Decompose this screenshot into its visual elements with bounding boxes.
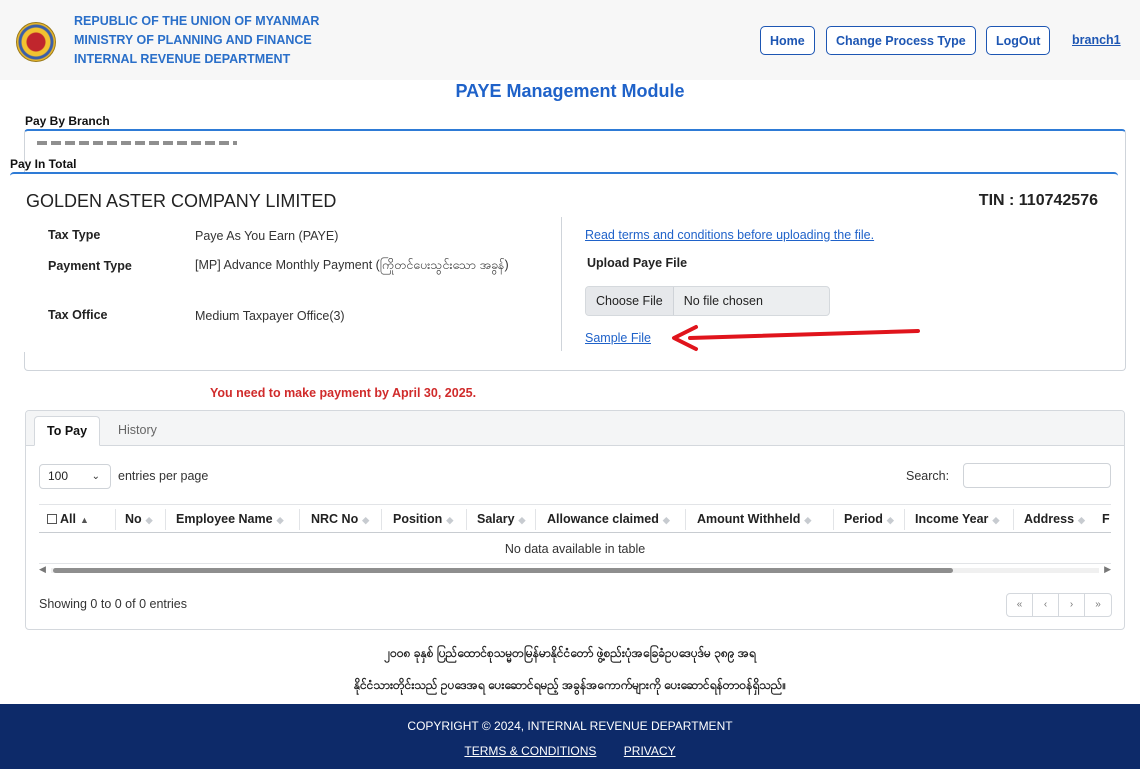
column-header-employee-name[interactable]: Employee Name ◆ xyxy=(176,505,284,534)
tab-to-pay[interactable]: To Pay xyxy=(34,416,101,446)
column-separator xyxy=(833,509,834,530)
next-page-button[interactable]: › xyxy=(1059,594,1085,616)
scroll-left-icon[interactable]: ◀ xyxy=(39,564,46,575)
sample-file-link[interactable]: Sample File xyxy=(585,331,651,345)
home-button[interactable]: Home xyxy=(760,26,815,55)
column-separator xyxy=(165,509,166,530)
org-line-2: MINISTRY OF PLANNING AND FINANCE xyxy=(74,33,312,47)
pay-in-total-label: Pay In Total xyxy=(10,157,77,171)
clipped-text xyxy=(37,141,237,145)
first-page-button[interactable]: « xyxy=(1007,594,1033,616)
column-separator xyxy=(381,509,382,530)
file-status: No file chosen xyxy=(683,294,763,308)
scroll-thumb[interactable] xyxy=(53,568,953,573)
search-label: Search: xyxy=(906,469,950,483)
horizontal-scrollbar[interactable]: ◀ ▶ xyxy=(39,564,1111,575)
org-line-3: INTERNAL REVENUE DEPARTMENT xyxy=(74,52,291,66)
column-header-no[interactable]: No ◆ xyxy=(125,505,153,534)
pay-by-branch-label: Pay By Branch xyxy=(25,114,110,128)
scroll-right-icon[interactable]: ▶ xyxy=(1104,564,1111,575)
column-separator xyxy=(299,509,300,530)
column-separator xyxy=(466,509,467,530)
payment-deadline-notice: You need to make payment by April 30, 20… xyxy=(210,386,477,400)
upload-title: Upload Paye File xyxy=(587,256,688,270)
tin-number: TIN : 110742576 xyxy=(978,192,1098,209)
column-header-address[interactable]: Address ◆ xyxy=(1024,505,1085,534)
entries-value: 100 xyxy=(48,469,69,483)
org-line-1: REPUBLIC OF THE UNION OF MYANMAR xyxy=(74,14,320,28)
chevron-down-icon: ⌄ xyxy=(91,471,100,482)
footer-links: TERMS & CONDITIONS PRIVACY xyxy=(0,744,1140,758)
ministry-logo-icon xyxy=(16,22,56,62)
logout-button[interactable]: LogOut xyxy=(986,26,1051,55)
column-header-salary[interactable]: Salary ◆ xyxy=(477,505,525,534)
user-link[interactable]: branch1 xyxy=(1072,33,1121,47)
sort-icon: ◆ xyxy=(804,515,812,525)
column-header-period[interactable]: Period ◆ xyxy=(844,505,894,534)
payment-type-label: Payment Type xyxy=(48,259,132,273)
tax-type-value: Paye As You Earn (PAYE) xyxy=(195,229,339,243)
sort-icon: ◆ xyxy=(145,515,153,525)
tax-office-value: Medium Taxpayer Office(3) xyxy=(195,309,345,323)
entries-label: entries per page xyxy=(118,469,209,483)
column-separator xyxy=(115,509,116,530)
column-header-allowance-claimed[interactable]: Allowance claimed ◆ xyxy=(547,505,670,534)
sort-icon: ◆ xyxy=(886,515,894,525)
entries-per-page-select[interactable]: 100 ⌄ xyxy=(39,464,111,489)
divider xyxy=(561,217,562,351)
sort-asc-icon: ▲ xyxy=(79,515,89,525)
copyright-text: COPYRIGHT © 2024, INTERNAL REVENUE DEPAR… xyxy=(407,719,733,733)
column-header-position[interactable]: Position ◆ xyxy=(393,505,453,534)
company-name: GOLDEN ASTER COMPANY LIMITED xyxy=(26,191,337,211)
sort-icon: ◆ xyxy=(1078,515,1085,525)
column-header-income-year[interactable]: Income Year ◆ xyxy=(915,505,999,534)
search-input[interactable] xyxy=(963,463,1111,488)
tax-type-label: Tax Type xyxy=(48,228,101,242)
prev-page-button[interactable]: ‹ xyxy=(1033,594,1059,616)
red-arrow-icon xyxy=(672,325,920,351)
sort-icon: ◆ xyxy=(446,515,454,525)
law-text-line-2: နိုင်ငံသားတိုင်းသည် ဥပဒေအရ ပေးဆောင်ရမည့်… xyxy=(353,678,787,692)
sort-icon: ◆ xyxy=(518,515,526,525)
tab-history[interactable]: History xyxy=(106,416,169,446)
last-page-button[interactable]: » xyxy=(1085,594,1111,616)
sort-icon: ◆ xyxy=(362,515,370,525)
column-separator xyxy=(685,509,686,530)
law-text-line-1: ၂၀၀၈ ခုနှစ် ပြည်ထောင်စုသမ္မတမြန်မာနိုင်င… xyxy=(384,646,756,660)
terms-link[interactable]: Read terms and conditions before uploadi… xyxy=(585,228,874,242)
table-header: All ▲ No ◆ Employee Name ◆ NRC No ◆ Position… xyxy=(39,504,1111,533)
privacy-link[interactable]: PRIVACY xyxy=(624,744,676,758)
sort-icon: ◆ xyxy=(992,515,1000,525)
empty-table-message: No data available in table xyxy=(39,534,1111,564)
column-separator xyxy=(1013,509,1014,530)
column-header-all[interactable]: All ▲ xyxy=(47,505,89,534)
tab-bar: To Pay History xyxy=(26,411,1124,446)
organization-name: REPUBLIC OF THE UNION OF MYANMAR MINISTR… xyxy=(74,12,319,69)
column-separator xyxy=(904,509,905,530)
sort-icon: ◆ xyxy=(276,515,284,525)
payment-type-value: [MP] Advance Monthly Payment (ကြိုတင်ပေး… xyxy=(195,258,509,272)
column-header-amount-withheld[interactable]: Amount Withheld ◆ xyxy=(697,505,811,534)
terms-conditions-link[interactable]: TERMS & CONDITIONS xyxy=(464,744,596,758)
payments-card: To Pay History 100 ⌄ entries per page Se… xyxy=(25,410,1125,630)
pagination: « ‹ › » xyxy=(1006,593,1112,617)
column-separator xyxy=(535,509,536,530)
footer: COPYRIGHT © 2024, INTERNAL REVENUE DEPAR… xyxy=(0,704,1140,769)
choose-file-button[interactable]: Choose File xyxy=(586,287,674,315)
file-upload-input[interactable]: Choose File No file chosen xyxy=(585,286,830,316)
sort-icon: ◆ xyxy=(662,515,670,525)
change-process-type-button[interactable]: Change Process Type xyxy=(826,26,976,55)
column-header-truncated[interactable]: F xyxy=(1102,505,1110,534)
table-info: Showing 0 to 0 of 0 entries xyxy=(39,597,188,611)
tax-office-label: Tax Office xyxy=(48,308,108,322)
page-title: PAYE Management Module xyxy=(455,81,685,101)
select-all-checkbox[interactable] xyxy=(47,514,57,524)
column-header-nrc-no[interactable]: NRC No ◆ xyxy=(311,505,369,534)
company-panel: GOLDEN ASTER COMPANY LIMITED TIN : 11074… xyxy=(10,172,1118,352)
top-header: REPUBLIC OF THE UNION OF MYANMAR MINISTR… xyxy=(0,0,1140,80)
